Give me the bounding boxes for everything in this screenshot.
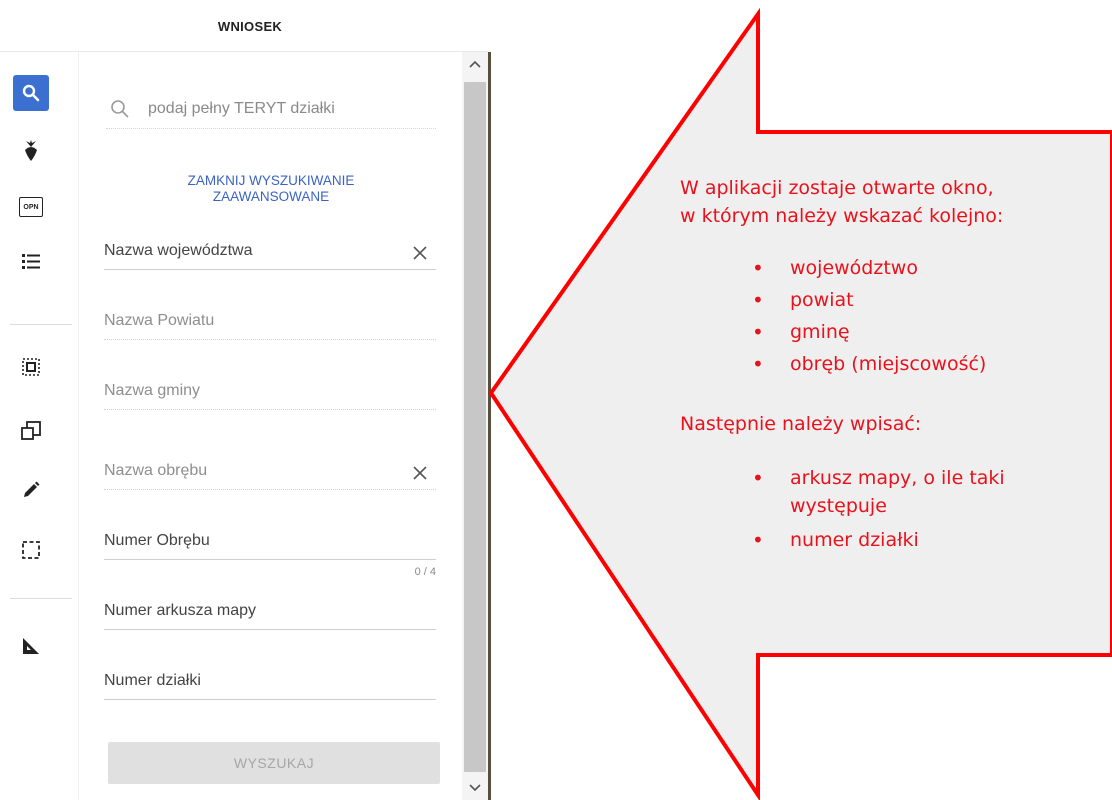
opn-icon: OPN (19, 197, 43, 217)
toolbar-divider (10, 598, 72, 599)
search-button[interactable]: WYSZUKAJ (108, 742, 440, 784)
callout-line3: Następnie należy wpisać: (680, 413, 922, 435)
voivodeship-field[interactable]: Nazwa województwa (104, 231, 436, 270)
close-icon (413, 246, 427, 260)
toolbar-divider (10, 324, 72, 325)
close-icon (413, 466, 427, 480)
callout-line2: w którym należy wskazać kolejno: (680, 205, 1004, 227)
callout-line1: W aplikacji zostaje otwarte okno, (680, 177, 994, 199)
opn-icon-label: OPN (23, 203, 39, 211)
search-icon (111, 100, 129, 118)
select-area-icon (22, 358, 40, 376)
pencil-icon (24, 481, 40, 497)
measure-tool-button[interactable] (13, 628, 49, 664)
voivodeship-label: Nazwa województwa (104, 242, 253, 259)
scrollbar-thumb[interactable] (464, 82, 486, 772)
scroll-up-button[interactable] (462, 52, 488, 76)
callout-item-text: arkusz mapy, o ile taki (790, 467, 1005, 489)
copy-tool-button[interactable] (13, 413, 49, 449)
crop-tool-button[interactable] (13, 133, 49, 169)
callout-item: powiat (680, 286, 1110, 314)
search-icon (22, 84, 40, 102)
scroll-down-button[interactable] (462, 776, 488, 800)
bounding-box-tool-button[interactable] (13, 532, 49, 568)
callout-list-2: arkusz mapy, o ile taki występuje numer d… (680, 464, 1110, 554)
county-field[interactable]: Nazwa Powiatu (104, 301, 436, 340)
map-sheet-field[interactable]: Numer arkusza mapy (104, 591, 436, 630)
callout-item: numer działki (680, 526, 1010, 554)
copy-icon (21, 421, 41, 440)
instruction-callout: W aplikacji zostaje otwarte okno, w któr… (680, 174, 1110, 554)
precinct-number-field[interactable]: Numer Obrębu (104, 521, 436, 560)
parcel-number-field[interactable]: Numer działki (104, 661, 436, 700)
select-area-tool-button[interactable] (13, 349, 49, 385)
chevron-down-icon (469, 784, 481, 792)
app-header: WNIOSEK (0, 0, 500, 52)
advanced-link-line2: ZAAWANSOWANE (212, 189, 330, 204)
commune-field[interactable]: Nazwa gminy (104, 371, 436, 410)
precinct-number-label: Numer Obrębu (104, 532, 210, 549)
edit-tool-button[interactable] (13, 472, 49, 508)
list-tool-button[interactable] (13, 243, 49, 279)
bounding-box-icon (22, 541, 40, 559)
ruler-icon (23, 638, 39, 654)
commune-label: Nazwa gminy (104, 382, 201, 399)
callout-item: obręb (miejscowość) (680, 350, 1110, 378)
callout-item: województwo (680, 254, 1110, 282)
callout-item: gminę (680, 318, 1110, 346)
precinct-name-field[interactable]: Nazwa obrębu (104, 451, 436, 490)
panel-scrollbar[interactable] (462, 52, 488, 800)
clear-voivodeship-button[interactable] (410, 243, 430, 263)
advanced-link-line1: ZAMKNIJ WYSZUKIWANIE (187, 173, 355, 188)
header-title: WNIOSEK (217, 18, 283, 34)
precinct-number-counter: 0 / 4 (414, 566, 436, 578)
teryt-search-input[interactable] (146, 99, 420, 119)
map-sheet-label: Numer arkusza mapy (104, 602, 257, 619)
beetroot-icon (25, 140, 37, 161)
search-tool-button[interactable] (13, 75, 49, 111)
teryt-search-field[interactable] (106, 90, 436, 129)
callout-list-1: województwo powiat gminę obręb (miejscow… (680, 254, 1110, 378)
map-edge (488, 52, 491, 800)
callout-item-text-cont: występuje (790, 495, 887, 517)
chevron-up-icon (469, 60, 481, 68)
list-icon (22, 254, 40, 269)
parcel-number-label: Numer działki (104, 672, 201, 689)
precinct-name-label: Nazwa obrębu (104, 462, 208, 479)
close-advanced-search-link[interactable]: ZAMKNIJ WYSZUKIWANIE ZAAWANSOWANE (106, 173, 436, 205)
left-toolbar: OPN (0, 52, 76, 800)
county-label: Nazwa Powiatu (104, 312, 215, 329)
opn-tool-button[interactable]: OPN (13, 189, 49, 225)
callout-item: arkusz mapy, o ile taki występuje (680, 464, 1010, 520)
clear-precinct-button[interactable] (410, 463, 430, 483)
